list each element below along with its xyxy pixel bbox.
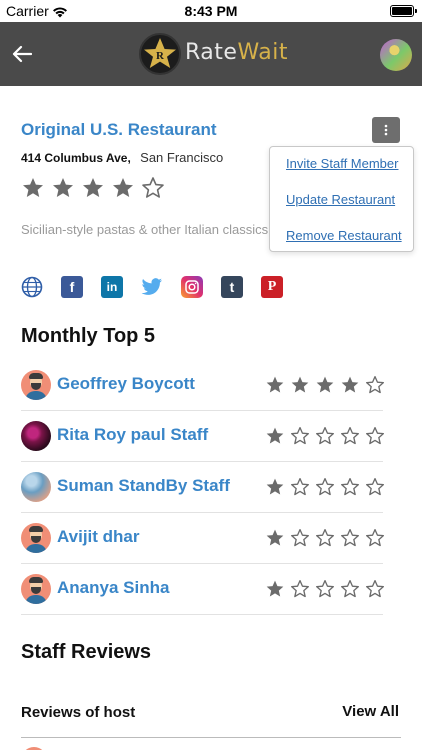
more-options-button[interactable] xyxy=(372,117,400,143)
logo-text: RateWait xyxy=(185,40,289,65)
star-outline-icon xyxy=(366,529,384,547)
arrow-left-icon xyxy=(12,45,32,63)
menu-item-update-restaurant[interactable]: Update Restaurant xyxy=(286,192,395,207)
staff-rating xyxy=(265,426,385,446)
star-filled-icon xyxy=(53,178,73,197)
star-outline-icon xyxy=(291,529,309,547)
star-outline-icon xyxy=(341,580,359,598)
restaurant-name[interactable]: Original U.S. Restaurant xyxy=(21,120,217,140)
reviews-of-host-label: Reviews of host xyxy=(21,704,136,721)
star-filled-icon xyxy=(266,580,284,597)
staff-row[interactable]: Avijit dhar xyxy=(21,513,385,564)
star-filled-icon xyxy=(266,427,284,444)
avatar xyxy=(21,370,51,400)
back-button[interactable] xyxy=(8,38,36,70)
staff-row[interactable]: Rita Roy paul Staff xyxy=(21,411,385,462)
menu-item-remove-restaurant[interactable]: Remove Restaurant xyxy=(286,228,402,243)
menu-item-invite-staff[interactable]: Invite Staff Member xyxy=(286,156,398,171)
avatar xyxy=(21,421,51,451)
ratewait-logo: R RateWait xyxy=(139,33,288,75)
restaurant-address: 414 Columbus Ave, San Francisco xyxy=(21,150,223,165)
star-filled-icon xyxy=(113,178,133,197)
staff-rating xyxy=(265,579,385,599)
staff-rating xyxy=(265,477,385,497)
star-outline-icon xyxy=(366,580,384,598)
star-outline-icon xyxy=(142,177,164,198)
star-filled-icon xyxy=(266,478,284,495)
star-outline-icon xyxy=(291,427,309,445)
star-filled-icon xyxy=(266,529,284,546)
star-outline-icon xyxy=(341,478,359,496)
star-filled-icon xyxy=(316,376,334,393)
star-outline-icon xyxy=(291,580,309,598)
staff-rating xyxy=(265,528,385,548)
star-outline-icon xyxy=(366,376,384,394)
monthly-top-heading: Monthly Top 5 xyxy=(21,325,156,347)
globe-icon[interactable] xyxy=(21,276,43,298)
address-city: San Francisco xyxy=(140,150,224,165)
view-all-link[interactable]: View All xyxy=(342,703,399,720)
star-filled-icon xyxy=(341,376,359,393)
linkedin-icon[interactable]: in xyxy=(101,276,123,298)
options-menu: Invite Staff Member Update Restaurant Re… xyxy=(269,146,414,252)
star-outline-icon xyxy=(341,427,359,445)
star-outline-icon xyxy=(316,529,334,547)
star-outline-icon xyxy=(291,478,309,496)
star-filled-icon xyxy=(83,178,103,197)
star-filled-icon xyxy=(23,178,43,197)
avatar xyxy=(21,523,51,553)
restaurant-rating xyxy=(21,176,165,200)
star-filled-icon xyxy=(266,376,284,393)
star-outline-icon xyxy=(341,529,359,547)
staff-row[interactable]: Ananya Sinha xyxy=(21,564,385,615)
staff-rating xyxy=(265,375,385,395)
star-outline-icon xyxy=(366,478,384,496)
status-bar: Carrier 8:43 PM xyxy=(0,0,422,22)
navigation-bar: R RateWait xyxy=(0,22,422,86)
staff-reviews-heading: Staff Reviews xyxy=(21,641,152,663)
staff-name[interactable]: Suman StandBy Staff xyxy=(57,476,230,496)
facebook-icon[interactable]: f xyxy=(61,276,83,298)
address-street: 414 Columbus Ave, xyxy=(21,151,131,165)
social-links: f in t P xyxy=(21,276,283,298)
restaurant-description: Sicilian-style pastas & other Italian cl… xyxy=(21,222,281,237)
avatar xyxy=(21,574,51,604)
more-vertical-icon xyxy=(384,124,388,136)
divider xyxy=(21,737,401,738)
star-outline-icon xyxy=(316,478,334,496)
instagram-icon[interactable] xyxy=(181,276,203,298)
staff-name[interactable]: Avijit dhar xyxy=(57,527,140,547)
staff-name[interactable]: Rita Roy paul Staff xyxy=(57,425,208,445)
pinterest-icon[interactable]: P xyxy=(261,276,283,298)
staff-row[interactable]: Suman StandBy Staff xyxy=(21,462,385,513)
star-filled-icon xyxy=(291,376,309,393)
clock: 8:43 PM xyxy=(184,3,238,19)
twitter-icon[interactable] xyxy=(141,276,163,298)
svg-text:R: R xyxy=(156,50,165,62)
staff-name[interactable]: Ananya Sinha xyxy=(57,578,169,598)
tumblr-icon[interactable]: t xyxy=(221,276,243,298)
star-outline-icon xyxy=(366,427,384,445)
star-outline-icon xyxy=(316,580,334,598)
staff-row[interactable]: Geoffrey Boycott xyxy=(21,360,385,411)
profile-avatar[interactable] xyxy=(380,39,412,71)
staff-name[interactable]: Geoffrey Boycott xyxy=(57,374,195,394)
star-outline-icon xyxy=(316,427,334,445)
battery-icon xyxy=(390,5,417,17)
logo-badge: R xyxy=(139,33,181,75)
avatar xyxy=(21,472,51,502)
